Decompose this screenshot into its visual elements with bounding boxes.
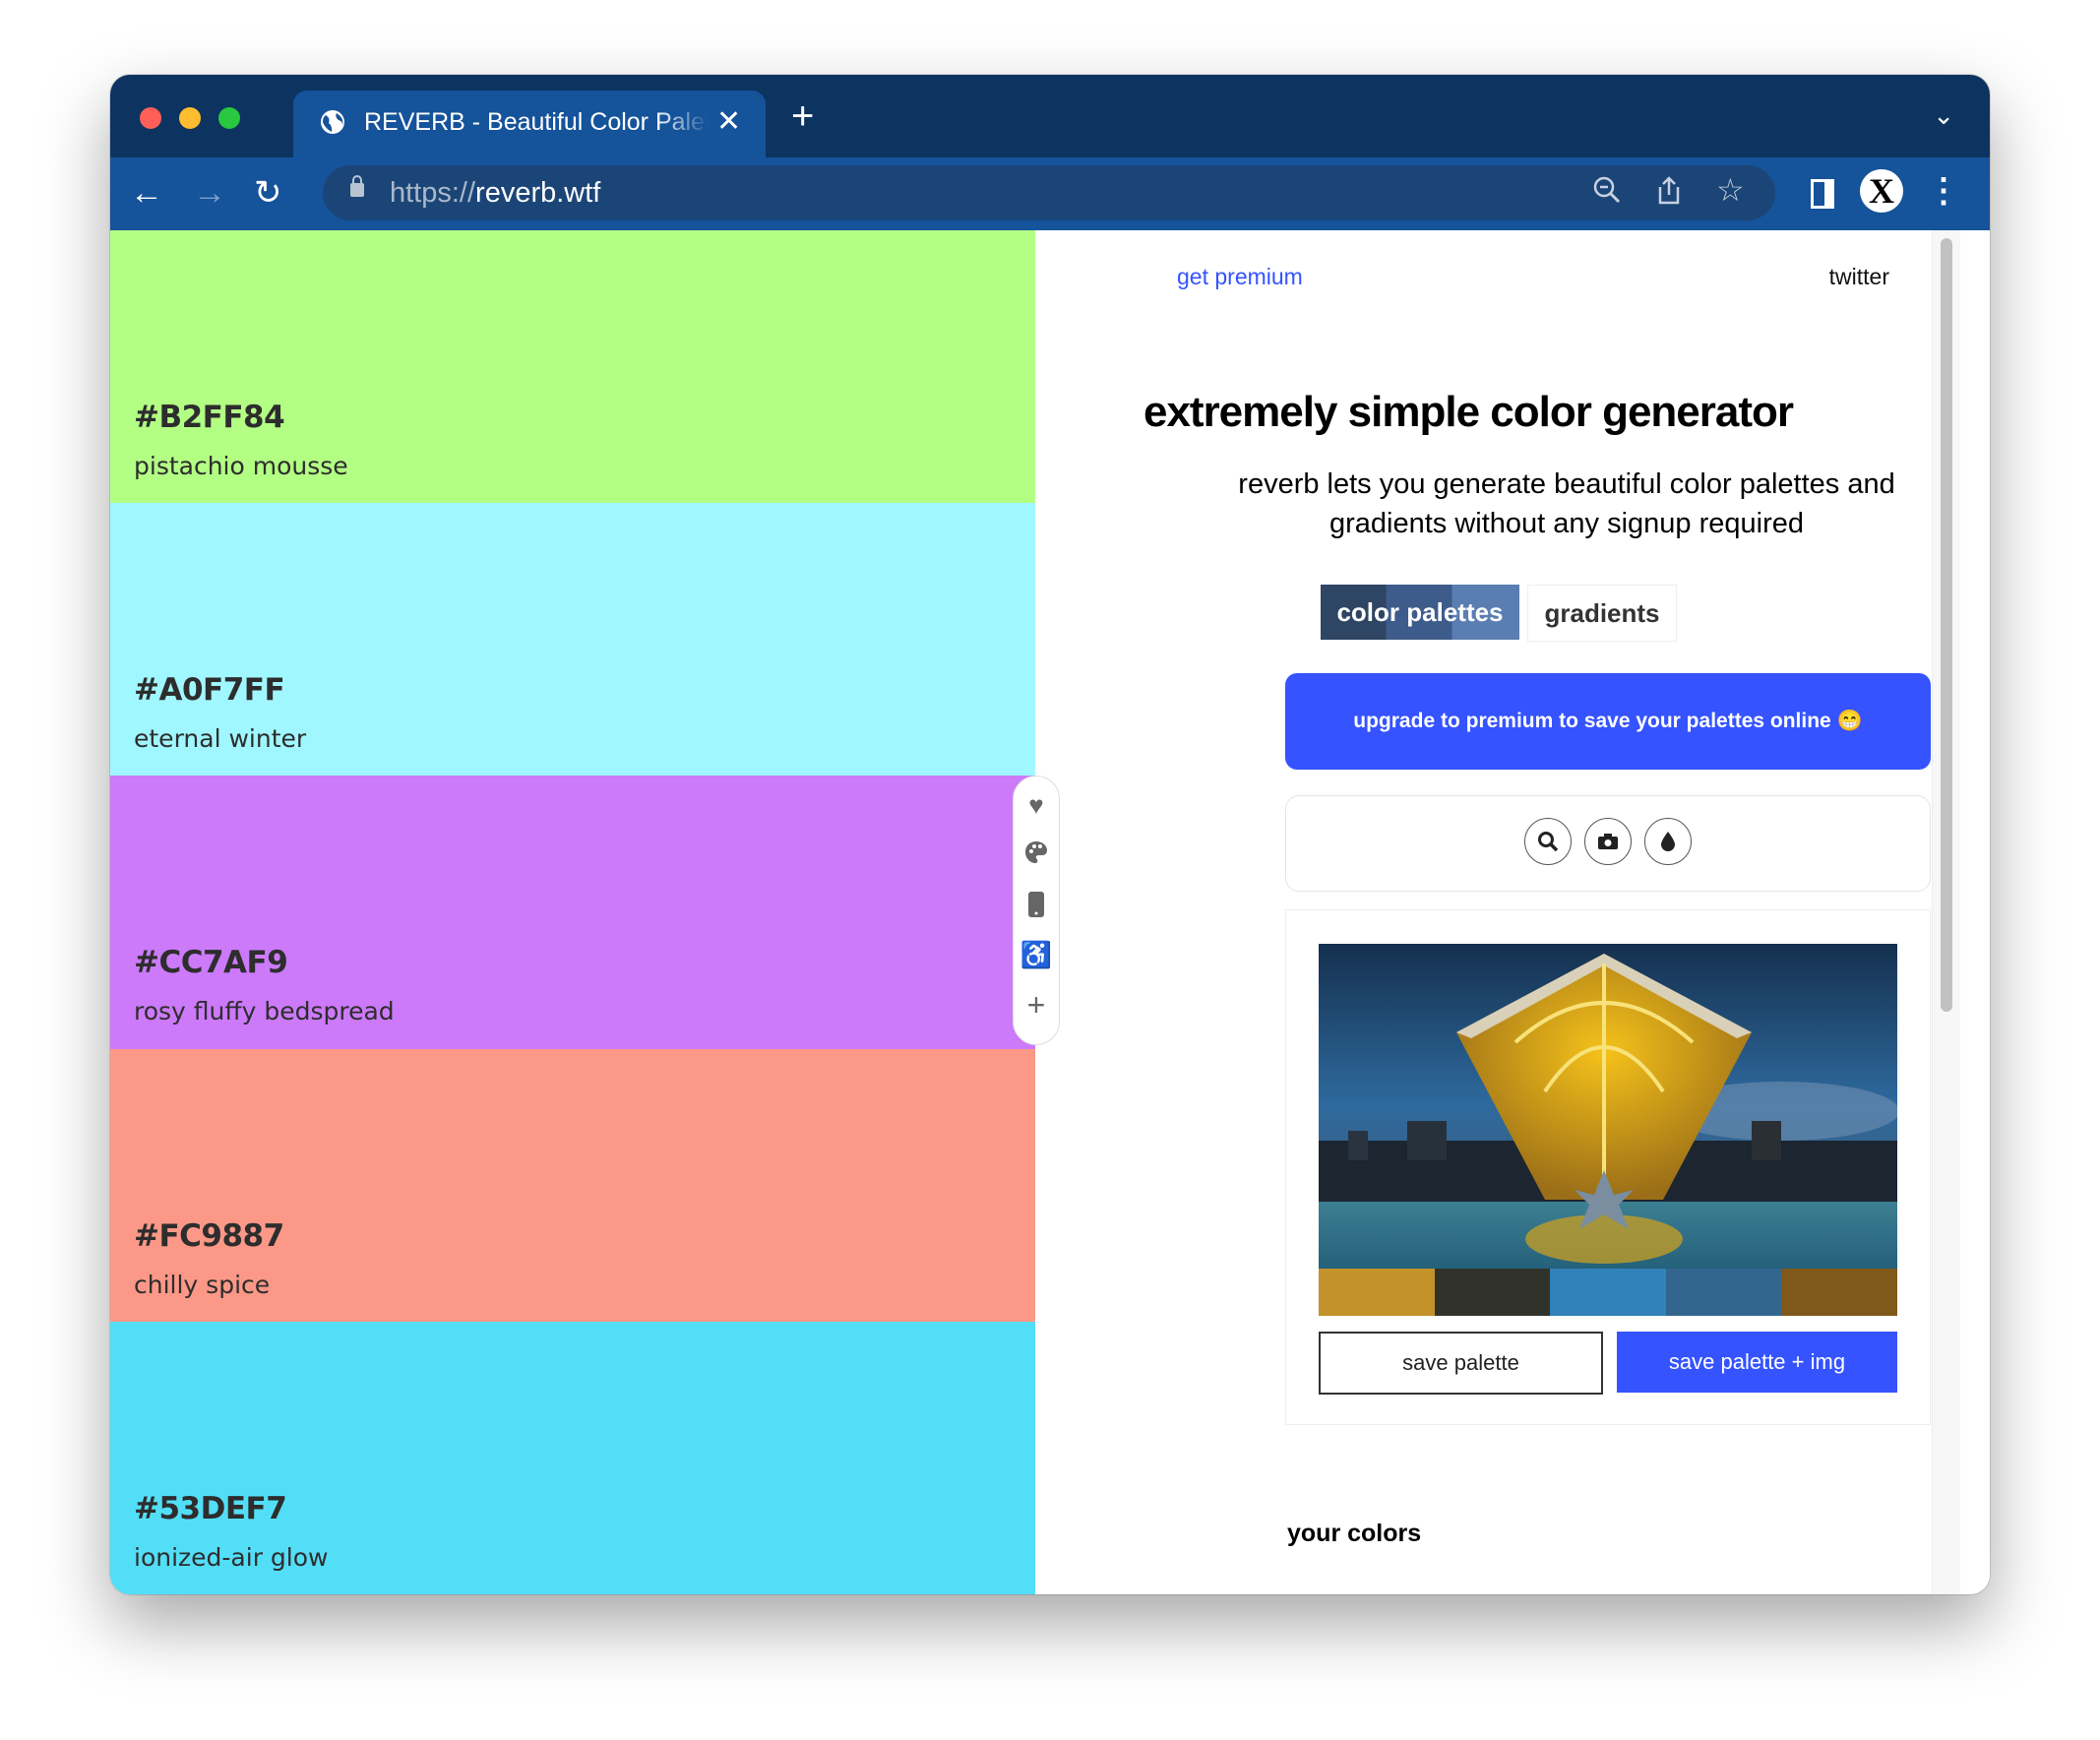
back-button[interactable]: ← bbox=[130, 173, 163, 213]
save-palette-img-button[interactable]: save palette + img bbox=[1617, 1332, 1897, 1393]
page-title: extremely simple color generator bbox=[1143, 388, 1794, 436]
tab-gradients[interactable]: gradients bbox=[1527, 585, 1677, 642]
browser-window: REVERB - Beautiful Color Palettes ✕ + ⌄ … bbox=[110, 75, 1990, 1594]
upgrade-premium-button[interactable]: upgrade to premium to save your palettes… bbox=[1285, 673, 1931, 770]
color-name-label: chilly spice bbox=[134, 1270, 271, 1299]
color-band[interactable]: #CC7AF9 rosy fluffy bedspread bbox=[110, 776, 1035, 1050]
extracted-swatch[interactable] bbox=[1550, 1269, 1666, 1316]
new-tab-button[interactable]: + bbox=[791, 96, 814, 136]
lock-icon bbox=[350, 175, 364, 197]
droplet-icon[interactable] bbox=[1644, 818, 1692, 865]
image-palette-card: save palette save palette + img bbox=[1285, 909, 1931, 1425]
close-window-button[interactable] bbox=[140, 107, 161, 129]
reload-button[interactable]: ↻ bbox=[254, 173, 282, 213]
globe-icon bbox=[321, 110, 344, 134]
save-palette-button[interactable]: save palette bbox=[1319, 1332, 1603, 1395]
tab-title: REVERB - Beautiful Color Palettes bbox=[364, 108, 709, 136]
extracted-swatch[interactable] bbox=[1434, 1269, 1551, 1316]
color-hex-label[interactable]: #A0F7FF bbox=[134, 672, 285, 708]
extracted-swatches bbox=[1319, 1269, 1897, 1316]
side-panel-icon[interactable] bbox=[1811, 179, 1834, 209]
color-name-label: pistachio mousse bbox=[134, 452, 348, 480]
scrollbar-thumb[interactable] bbox=[1941, 238, 1952, 1012]
page-subtitle: reverb lets you generate beautiful color… bbox=[1238, 468, 1895, 539]
tab-search-chevron-icon[interactable]: ⌄ bbox=[1933, 100, 1954, 131]
minimize-window-button[interactable] bbox=[179, 107, 201, 129]
color-hex-label[interactable]: #FC9887 bbox=[134, 1218, 284, 1254]
camera-icon[interactable] bbox=[1584, 818, 1632, 865]
get-premium-link[interactable]: get premium bbox=[1177, 264, 1303, 290]
color-hex-label[interactable]: #CC7AF9 bbox=[134, 945, 288, 980]
color-band[interactable]: #B2FF84 pistachio mousse bbox=[110, 230, 1035, 504]
scrollbar[interactable] bbox=[1932, 230, 1960, 1594]
address-bar[interactable]: https://reverb.wtf ☆ bbox=[323, 165, 1775, 220]
profile-avatar[interactable]: X bbox=[1860, 169, 1903, 213]
palette-bands: #B2FF84 pistachio mousse #A0F7FF eternal wi… bbox=[110, 230, 1035, 1594]
extracted-swatch[interactable] bbox=[1319, 1269, 1435, 1316]
extracted-swatch[interactable] bbox=[1665, 1269, 1782, 1316]
uploaded-photo[interactable] bbox=[1319, 944, 1897, 1269]
your-colors-heading: your colors bbox=[1287, 1520, 1422, 1547]
color-band[interactable]: #53DEF7 ionized-air glow bbox=[110, 1321, 1035, 1594]
twitter-link[interactable]: twitter bbox=[1829, 264, 1889, 290]
color-name-label: ionized-air glow bbox=[134, 1542, 329, 1572]
maximize-window-button[interactable] bbox=[218, 107, 240, 129]
extracted-swatch[interactable] bbox=[1781, 1269, 1897, 1316]
color-name-label: rosy fluffy bedspread bbox=[134, 997, 395, 1026]
tab-strip: REVERB - Beautiful Color Palettes ✕ + ⌄ bbox=[110, 75, 1990, 157]
browser-tab[interactable]: REVERB - Beautiful Color Palettes ✕ bbox=[293, 91, 766, 157]
image-tools-card bbox=[1285, 795, 1931, 892]
close-tab-icon[interactable]: ✕ bbox=[716, 104, 741, 139]
color-hex-label[interactable]: #B2FF84 bbox=[134, 400, 285, 435]
main-panel: get premium twitter extremely simple col… bbox=[1035, 230, 1960, 1594]
color-hex-label[interactable]: #53DEF7 bbox=[134, 1491, 287, 1526]
share-icon[interactable] bbox=[1655, 175, 1683, 214]
page-content: #B2FF84 pistachio mousse #A0F7FF eternal wi… bbox=[110, 230, 1990, 1594]
color-name-label: eternal winter bbox=[134, 724, 307, 754]
browser-menu-icon[interactable]: ⋮ bbox=[1927, 171, 1960, 211]
zoom-out-icon[interactable] bbox=[1592, 175, 1622, 212]
color-band[interactable]: #FC9887 chilly spice bbox=[110, 1048, 1035, 1323]
search-icon[interactable] bbox=[1524, 818, 1572, 865]
forward-button[interactable]: → bbox=[193, 173, 226, 213]
browser-toolbar: ← → ↻ https://reverb.wtf ☆ X ⋮ bbox=[110, 157, 1990, 232]
color-band[interactable]: #A0F7FF eternal winter bbox=[110, 503, 1035, 777]
url-text[interactable]: https://reverb.wtf bbox=[390, 177, 600, 210]
bookmark-star-icon[interactable]: ☆ bbox=[1716, 171, 1745, 209]
tab-color-palettes[interactable]: color palettes bbox=[1321, 585, 1519, 640]
